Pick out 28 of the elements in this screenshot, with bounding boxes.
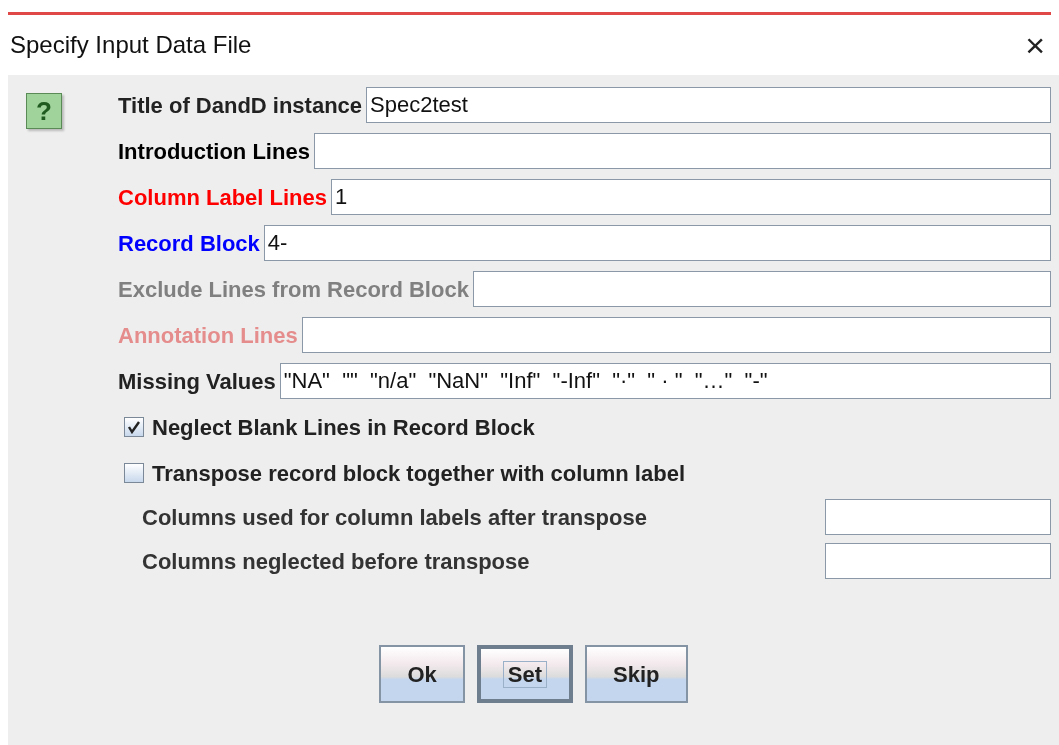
help-icon[interactable]: ? [26,93,62,129]
field-label: Columns neglected before transpose [142,547,530,576]
input-field[interactable] [825,499,1051,535]
checkbox[interactable] [124,463,144,483]
field-label: Column Label Lines [118,183,328,212]
checkbox[interactable] [124,417,144,437]
dialog-button[interactable]: Skip [585,645,688,703]
checkbox-label: Neglect Blank Lines in Record Block [152,413,535,442]
input-field[interactable] [825,543,1051,579]
checkbox-label: Transpose record block together with column label [152,459,685,488]
input-field[interactable]: Spec2test [366,87,1051,123]
dialog-button[interactable]: Set [476,645,574,703]
field-label: Columns used for column labels after transpose [142,503,647,532]
input-field[interactable] [301,317,1051,353]
field-label: Record Block [118,229,260,258]
close-button[interactable]: × [1025,28,1045,62]
dialog-button[interactable]: Ok [379,645,465,703]
input-field[interactable]: 4- [263,225,1051,261]
field-label: Missing Values [118,367,276,396]
window-title: Specify Input Data File [10,30,252,60]
input-field[interactable] [472,271,1051,307]
field-label: Title of DandD instance [118,91,363,120]
field-label: Annotation Lines [118,321,298,350]
field-label: Exclude Lines from Record Block [118,275,469,304]
input-field[interactable] [313,133,1051,169]
field-label: Introduction Lines [118,137,310,166]
input-field[interactable]: 1 [331,179,1051,215]
input-field[interactable]: "NA" "" "n/a" "NaN" "Inf" "-Inf" "·" " · " "…" "-" [279,363,1051,399]
